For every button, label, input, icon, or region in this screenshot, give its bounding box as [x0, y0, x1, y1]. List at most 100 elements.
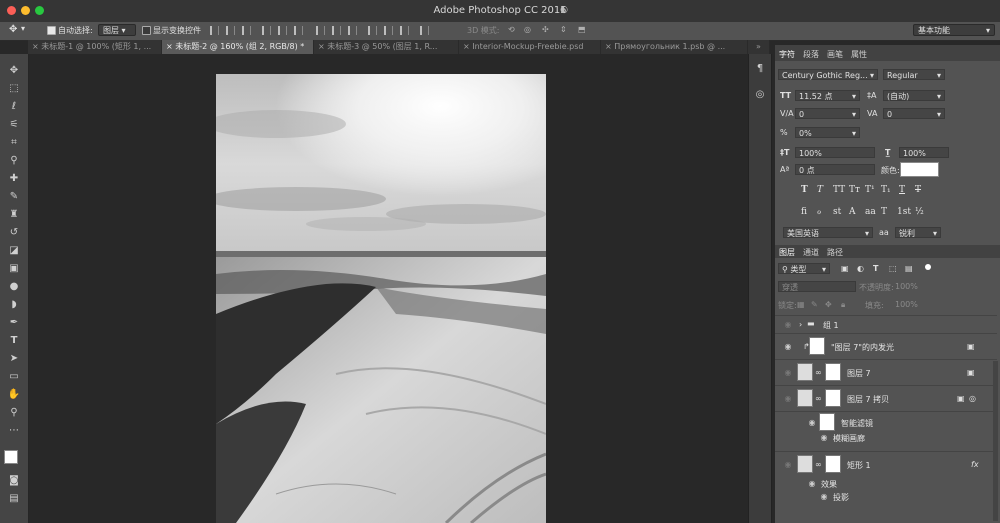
all-caps-button[interactable]: TT — [833, 185, 845, 195]
tab-layers[interactable]: 图层 — [779, 247, 795, 258]
fill-value[interactable]: 100% — [895, 300, 918, 309]
auto-align-icon[interactable] — [420, 26, 429, 35]
screen-mode-icon[interactable]: ▤ — [6, 492, 22, 506]
visibility-icon[interactable]: ◉ — [783, 320, 793, 330]
pan-3d-icon[interactable]: ✣ — [542, 25, 549, 34]
visibility-icon[interactable]: ◉ — [783, 368, 793, 378]
character-panel-icon[interactable]: ¶ — [752, 62, 768, 76]
discretionary-ligatures-button[interactable]: st — [833, 207, 841, 217]
contextual-alternates-button[interactable]: ℴ — [817, 207, 821, 217]
distribute-vcenter-icon[interactable] — [332, 26, 341, 35]
align-top-icon[interactable] — [210, 26, 219, 35]
move-tool-icon[interactable]: ✥ — [6, 64, 22, 78]
foreground-color-swatch[interactable] — [4, 450, 18, 464]
filter-toggle-icon[interactable] — [925, 264, 931, 270]
distribute-top-icon[interactable] — [316, 26, 325, 35]
faux-italic-button[interactable]: T — [817, 185, 823, 195]
distribute-left-icon[interactable] — [368, 26, 377, 35]
tab-paths[interactable]: 路径 — [827, 247, 843, 258]
filter-adjustment-icon[interactable]: ◐ — [857, 264, 864, 273]
horizontal-scale-field[interactable]: 100% — [899, 147, 949, 158]
swash-button[interactable]: A — [849, 207, 856, 217]
workspace-dropdown[interactable]: 基本功能 ▾ — [913, 24, 995, 36]
layer-row-effects[interactable]: ◉ 效果 — [775, 477, 997, 490]
baseline-shift-field[interactable]: 0 点 — [795, 164, 875, 175]
tab-brush[interactable]: 画笔 — [827, 49, 843, 60]
vertical-scale-field[interactable]: 100% — [795, 147, 875, 158]
document-canvas[interactable] — [216, 74, 546, 523]
fractions-button[interactable]: ½ — [915, 207, 924, 217]
lock-pixels-icon[interactable]: ✎ — [811, 300, 818, 309]
lock-position-icon[interactable]: ✥ — [825, 300, 832, 309]
clone-stamp-tool-icon[interactable]: ♜ — [6, 208, 22, 222]
libraries-panel-icon[interactable]: ◎ — [752, 88, 768, 102]
slide-3d-icon[interactable]: ⇕ — [560, 25, 567, 34]
blend-mode-dropdown[interactable]: 穿透 — [778, 281, 856, 292]
tab-properties[interactable]: 属性 — [851, 49, 867, 60]
lock-all-icon[interactable]: 🔒︎ — [841, 300, 845, 310]
dodge-tool-icon[interactable]: ◗ — [6, 298, 22, 312]
ordinals-button[interactable]: 1st — [897, 207, 911, 217]
tab-character[interactable]: 字符 — [779, 49, 795, 60]
layer-row-inner-glow[interactable]: ◉ ↱ "图层 7"的内发光 ▣ — [775, 333, 997, 359]
kerning-field[interactable]: 0 ▾ — [795, 108, 860, 119]
layer-row-group[interactable]: ◉ › ▬ 组 1 — [775, 315, 997, 333]
visibility-icon[interactable]: ◉ — [783, 394, 793, 404]
filter-pixel-icon[interactable]: ▣ — [841, 264, 849, 273]
visibility-icon[interactable]: ◉ — [783, 460, 793, 470]
effects-fx-icon[interactable]: fx — [971, 460, 979, 469]
rectangle-tool-icon[interactable]: ▭ — [6, 370, 22, 384]
align-vcenter-icon[interactable] — [226, 26, 235, 35]
align-hcenter-icon[interactable] — [278, 26, 287, 35]
lasso-tool-icon[interactable]: ℓ — [6, 100, 22, 114]
scale-3d-icon[interactable]: ⬒ — [578, 25, 586, 34]
zoom-tool-icon[interactable]: ⚲ — [6, 406, 22, 420]
blur-tool-icon[interactable]: ● — [6, 280, 22, 294]
hand-tool-icon[interactable]: ✋ — [6, 388, 22, 402]
tool-preset-chevron-icon[interactable]: ▾ — [21, 24, 25, 33]
small-caps-button[interactable]: Tт — [849, 185, 860, 195]
faux-bold-button[interactable]: T — [801, 185, 808, 195]
distribute-hcenter-icon[interactable] — [384, 26, 393, 35]
move-tool-icon[interactable]: ✥ — [9, 24, 17, 35]
edit-toolbar-icon[interactable]: ⋯ — [6, 424, 22, 438]
auto-select-dropdown[interactable]: 图层 ▾ — [98, 24, 136, 36]
stylistic-alternates-button[interactable]: aa — [865, 207, 876, 217]
eraser-tool-icon[interactable]: ◪ — [6, 244, 22, 258]
filter-shape-icon[interactable]: ⬚ — [889, 264, 897, 273]
pen-tool-icon[interactable]: ✒ — [6, 316, 22, 330]
tab-document-1[interactable]: × 未标题-1 @ 100% (矩形 1, ... — [28, 40, 162, 54]
visibility-icon[interactable]: ◉ — [819, 433, 829, 443]
roll-3d-icon[interactable]: ◎ — [524, 25, 531, 34]
standard-ligatures-button[interactable]: fi — [801, 207, 807, 217]
path-selection-tool-icon[interactable]: ➤ — [6, 352, 22, 366]
leading-field[interactable]: (自动) ▾ — [883, 90, 945, 101]
visibility-icon[interactable]: ◉ — [819, 492, 829, 502]
filter-type-icon[interactable]: T — [873, 264, 878, 273]
layer-row-layer7-copy[interactable]: ◉ ∞ 图层 7 拷贝 ▣ ◎ — [775, 385, 997, 411]
visibility-icon[interactable]: ◉ — [807, 418, 817, 428]
tsume-field[interactable]: 0% ▾ — [795, 127, 860, 138]
lock-transparent-icon[interactable]: ▦ — [797, 300, 805, 309]
subscript-button[interactable]: T₁ — [881, 185, 891, 195]
font-size-field[interactable]: 11.52 点 ▾ — [795, 90, 860, 101]
strikethrough-button[interactable]: T — [915, 185, 921, 195]
superscript-button[interactable]: T¹ — [865, 185, 875, 195]
font-family-dropdown[interactable]: Century Gothic Reg... ▾ — [778, 69, 878, 80]
show-transform-checkbox[interactable] — [142, 26, 151, 35]
text-color-swatch[interactable] — [900, 162, 939, 177]
titling-alternates-button[interactable]: T — [881, 207, 887, 217]
healing-brush-tool-icon[interactable]: ✚ — [6, 172, 22, 186]
orbit-3d-icon[interactable]: ⟲ — [508, 25, 515, 34]
magic-wand-tool-icon[interactable]: ⚟ — [6, 118, 22, 132]
tab-paragraph[interactable]: 段落 — [803, 49, 819, 60]
tab-document-5[interactable]: × Прямоугольник 1.psb @ ... — [601, 40, 748, 54]
eyedropper-tool-icon[interactable]: ⚲ — [6, 154, 22, 168]
tab-document-3[interactable]: × 未标题-3 @ 50% (图层 1, R... — [314, 40, 459, 54]
layers-scrollbar[interactable] — [993, 361, 998, 521]
antialias-dropdown[interactable]: 锐利 ▾ — [895, 227, 941, 238]
tab-document-2[interactable]: × 未标题-2 @ 160% (组 2, RGB/8) * — [162, 40, 314, 54]
language-dropdown[interactable]: 美国英语 ▾ — [783, 227, 873, 238]
layer-row-smart-filters[interactable]: ◉ 智能滤镜 — [775, 411, 997, 431]
auto-select-checkbox[interactable] — [47, 26, 56, 35]
